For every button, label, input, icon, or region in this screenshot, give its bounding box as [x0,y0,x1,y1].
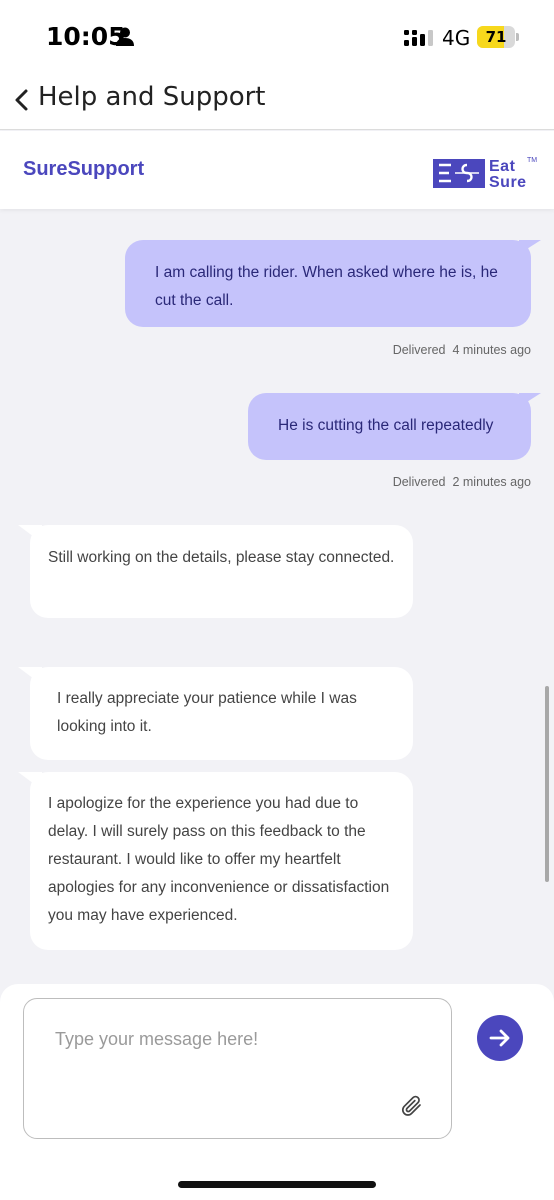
paperclip-icon[interactable] [400,1094,424,1118]
eatsure-logo-icon [433,159,485,188]
message-text: He is cutting the call repeatedly [278,417,494,434]
person-icon [116,27,134,46]
incoming-message: I really appreciate your patience while … [18,667,413,760]
delivery-time: 4 minutes ago [452,343,531,357]
incoming-message: I apologize for the experience you had d… [18,772,413,950]
delivery-status-label: Delivered [392,343,446,357]
message-text: I am calling the rider. When asked where… [155,264,498,309]
incoming-message: Still working on the details, please sta… [18,525,413,618]
chat-scrollbar[interactable] [545,686,549,882]
home-indicator [178,1181,376,1188]
page-title: Help and Support [38,82,266,112]
message-text: I apologize for the experience you had d… [48,795,390,924]
chevron-left-icon[interactable] [12,88,32,112]
message-text: Still working on the details, please sta… [48,549,395,566]
status-time: 10:05 [46,22,126,51]
cellular-signal-icon [404,30,433,46]
message-box[interactable] [23,998,452,1139]
battery-level: 71 [485,28,507,46]
delivery-status-label: Delivered [392,475,446,489]
network-type: 4G [442,26,471,50]
status-bar: 10:05 4G 71 [0,0,554,72]
arrow-right-icon [489,1029,510,1047]
outgoing-message: He is cutting the call repeatedly [248,393,541,460]
outgoing-message: I am calling the rider. When asked where… [125,240,541,327]
delivery-time: 2 minutes ago [452,475,531,489]
send-button[interactable] [477,1015,523,1061]
delivery-status: Delivered 4 minutes ago [331,343,531,357]
logo-trademark: TM [527,157,538,164]
app-header: Help and Support [0,72,554,130]
battery-cap [516,33,519,41]
logo-text-sure: Sure [489,174,527,191]
battery-indicator: 71 [477,26,515,48]
message-text: I really appreciate your patience while … [57,690,357,735]
delivery-status: Delivered 2 minutes ago [331,475,531,489]
message-input[interactable] [55,1024,425,1054]
brand-name: SureSupport [23,158,145,180]
